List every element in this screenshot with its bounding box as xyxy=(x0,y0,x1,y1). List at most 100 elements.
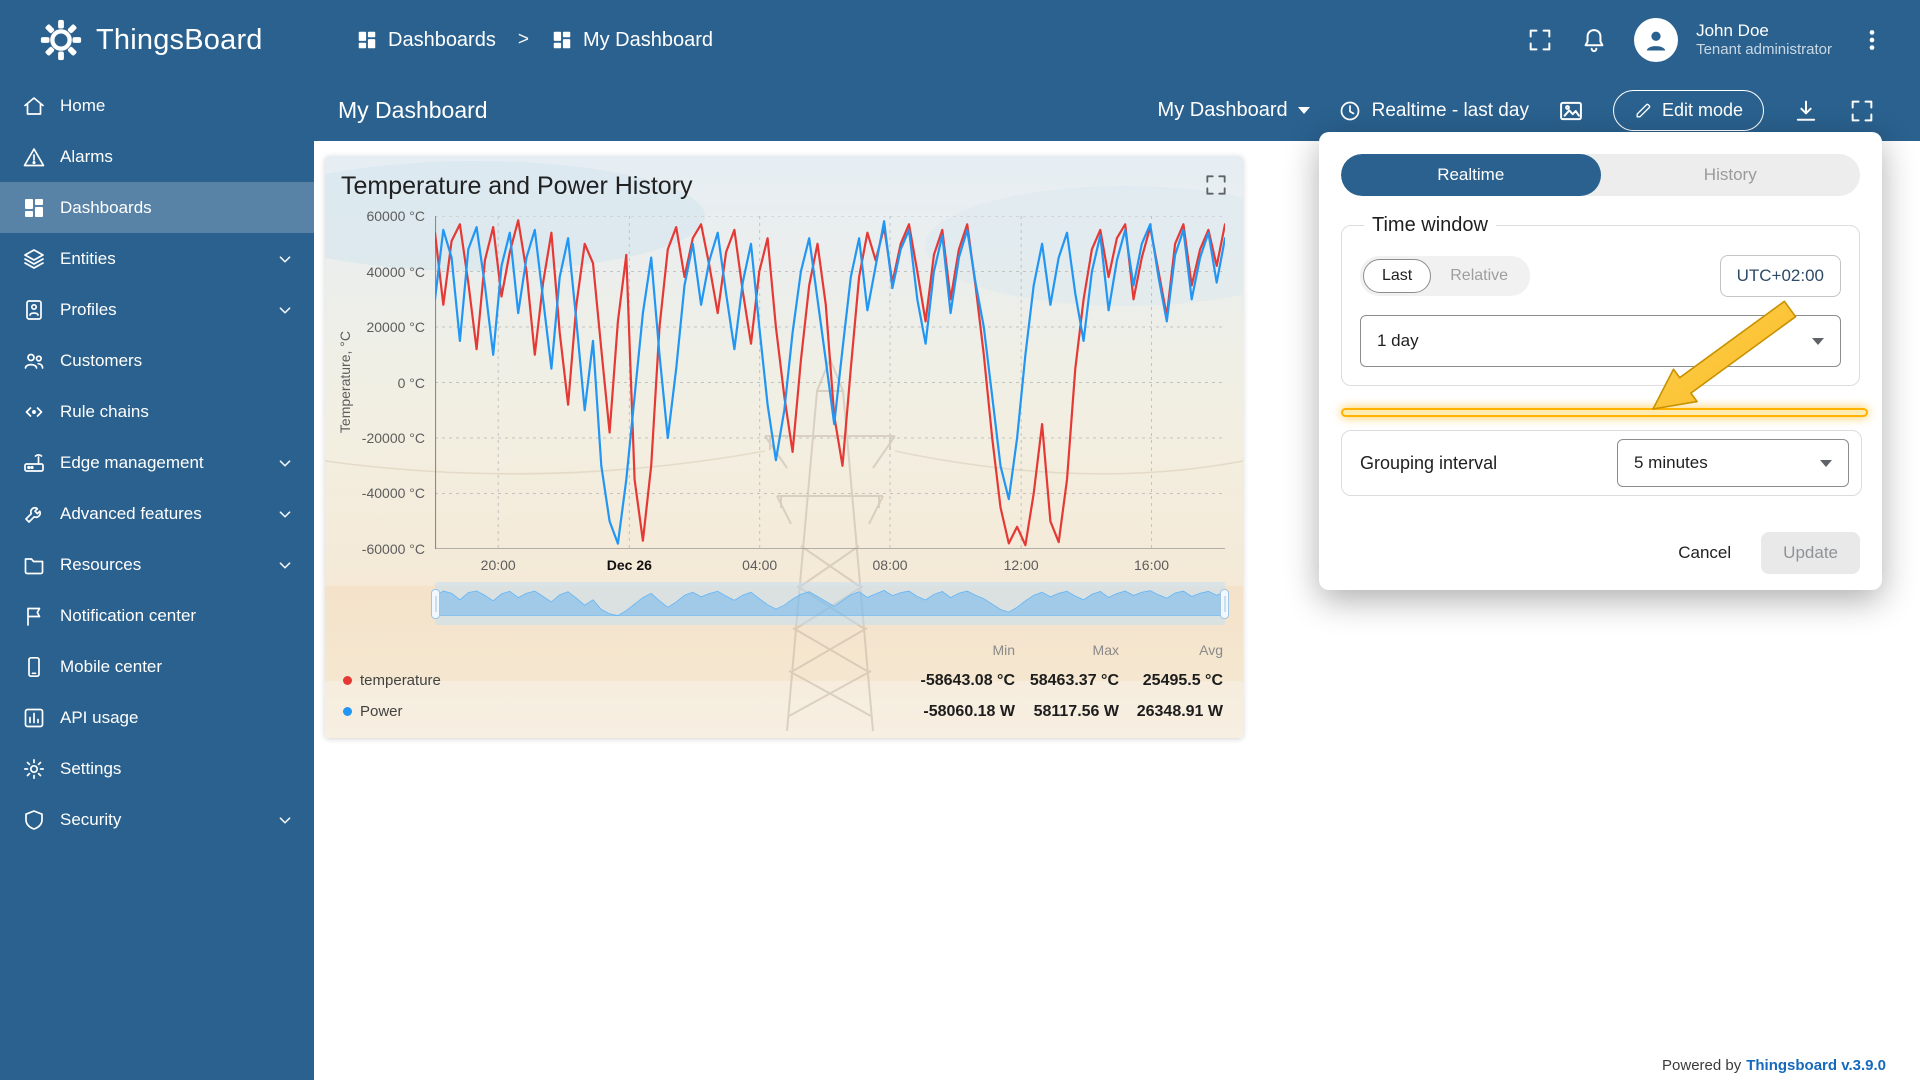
smartphone-icon xyxy=(28,656,40,677)
fullscreen-button[interactable] xyxy=(1526,26,1554,54)
dashboard-state-label: My Dashboard xyxy=(1157,99,1288,121)
dashboard-icon xyxy=(553,31,571,49)
top-header: ThingsBoard Dashboards > My Dashboard Jo… xyxy=(0,0,1920,80)
sidebar-item-resources[interactable]: Resources xyxy=(0,539,314,590)
sidebar-item-security[interactable]: Security xyxy=(0,794,314,845)
sidebar-item-api-usage[interactable]: API usage xyxy=(0,692,314,743)
sidebar-item-notification-center[interactable]: Notification center xyxy=(0,590,314,641)
sidebar-item-alarms[interactable]: Alarms xyxy=(0,131,314,182)
time-window-title: Time window xyxy=(1372,214,1488,236)
sidebar-item-entities[interactable]: Entities xyxy=(0,233,314,284)
breadcrumb-current-label: My Dashboard xyxy=(582,28,714,51)
cancel-button[interactable]: Cancel xyxy=(1678,543,1731,563)
legend-row-power: Power -58060.18 W 58117.56 W 26348.91 W xyxy=(343,696,1223,727)
legend-header-min: Min xyxy=(992,641,1015,658)
dashboard-image-button[interactable] xyxy=(1557,97,1585,125)
user-icon xyxy=(1646,31,1666,51)
sidebar-item-profiles[interactable]: Profiles xyxy=(0,284,314,335)
chevron-down-icon xyxy=(279,459,291,467)
sidebar-item-customers[interactable]: Customers xyxy=(0,335,314,386)
home-icon xyxy=(24,96,44,115)
temperature-min-value: -58643.08 °C xyxy=(920,671,1015,689)
relative-toggle[interactable]: Relative xyxy=(1431,259,1527,293)
tab-realtime[interactable]: Realtime xyxy=(1341,154,1601,196)
fullscreen-icon xyxy=(1529,29,1551,51)
user-info: John Doe Tenant administrator xyxy=(1696,20,1832,60)
legend-row-temperature: temperature -58643.08 °C 58463.37 °C 254… xyxy=(343,665,1223,696)
chevron-down-icon xyxy=(279,510,291,518)
breadcrumb-root-label: Dashboards xyxy=(388,28,496,51)
legend-header-max: Max xyxy=(1092,641,1119,658)
app-logo[interactable]: ThingsBoard xyxy=(0,17,314,63)
legend-header-row: Min Max Avg xyxy=(343,634,1223,665)
shield-icon xyxy=(25,809,43,830)
legend-toggle-power[interactable]: Power xyxy=(343,703,911,720)
timeline-right-handle[interactable] xyxy=(1220,588,1229,619)
interval-value: 1 day xyxy=(1377,331,1419,350)
power-max-value: 58117.56 W xyxy=(1033,702,1119,720)
tab-history[interactable]: History xyxy=(1601,154,1861,196)
download-icon xyxy=(1796,100,1816,121)
more-menu-button[interactable] xyxy=(1858,26,1886,54)
grouping-interval-section: Grouping interval 5 minutes xyxy=(1341,430,1862,496)
powered-by-text: Powered by xyxy=(1662,1057,1742,1074)
temperature-max-value: 58463.37 °C xyxy=(1029,671,1119,689)
popup-actions: Cancel Update xyxy=(1341,532,1860,574)
breadcrumb-current-dashboard[interactable]: My Dashboard xyxy=(551,29,713,52)
flag-icon xyxy=(27,607,41,626)
badge-icon xyxy=(26,299,42,320)
edit-mode-button[interactable]: Edit mode xyxy=(1612,90,1764,131)
update-button[interactable]: Update xyxy=(1761,532,1860,574)
sidebar-item-settings[interactable]: Settings xyxy=(0,743,314,794)
sidebar-item-advanced-features[interactable]: Advanced features xyxy=(0,488,314,539)
widget-fullscreen-icon[interactable] xyxy=(1203,172,1229,198)
dashboard-state-selector[interactable]: My Dashboard xyxy=(1158,99,1310,122)
chevron-down-icon xyxy=(279,561,291,569)
time-window-section: Time window Last Relative UTC+02:00 1 da… xyxy=(1341,214,1860,386)
code-brackets-icon xyxy=(25,406,43,417)
layers-icon xyxy=(24,248,44,269)
timeline-scrubber[interactable] xyxy=(431,582,1229,625)
notifications-button[interactable] xyxy=(1580,26,1608,54)
grouping-interval-select[interactable]: 5 minutes xyxy=(1617,439,1849,487)
edit-mode-label: Edit mode xyxy=(1661,100,1743,120)
chevron-down-icon xyxy=(279,816,291,824)
timeline-left-handle[interactable] xyxy=(431,588,440,619)
legend-toggle-temperature[interactable]: temperature xyxy=(343,672,911,689)
caret-down-icon xyxy=(1820,459,1832,467)
last-toggle[interactable]: Last xyxy=(1363,259,1432,293)
timewindow-tabs: Realtime History xyxy=(1341,154,1860,196)
sidebar-item-edge-management[interactable]: Edge management xyxy=(0,437,314,488)
timewindow-interval-select[interactable]: 1 day xyxy=(1360,315,1841,367)
temperature-avg-value: 25495.5 °C xyxy=(1142,671,1223,689)
gear-icon xyxy=(23,758,45,779)
router-icon xyxy=(24,453,44,472)
caret-down-icon xyxy=(1297,107,1310,114)
timeseries-widget: Temperature and Power History Temperatur… xyxy=(325,156,1243,738)
breadcrumb-dashboards[interactable]: Dashboards xyxy=(356,29,496,52)
sidebar-item-dashboards[interactable]: Dashboards xyxy=(0,182,314,233)
chart-legend: Min Max Avg temperature -58643.08 °C 584… xyxy=(343,634,1223,727)
pencil-icon xyxy=(1636,103,1651,118)
widget-title: Temperature and Power History xyxy=(341,172,693,200)
sidebar-item-mobile-center[interactable]: Mobile center xyxy=(0,641,314,692)
highlighted-divider xyxy=(1341,408,1868,417)
mini-chart xyxy=(435,590,1225,616)
sidebar-item-rule-chains[interactable]: Rule chains xyxy=(0,386,314,437)
export-dashboard-button[interactable] xyxy=(1792,97,1820,125)
time-series-chart[interactable]: Temperature, °C 60000 °C 40000 °C 20000 °… xyxy=(337,208,1225,573)
clock-icon xyxy=(1340,101,1359,120)
power-min-value: -58060.18 W xyxy=(923,702,1015,720)
folder-icon xyxy=(24,557,44,574)
sidebar-item-home[interactable]: Home xyxy=(0,80,314,131)
dashboard-fullscreen-button[interactable] xyxy=(1848,97,1876,125)
avatar[interactable] xyxy=(1634,18,1679,62)
timewindow-button[interactable]: Realtime - last day xyxy=(1338,99,1529,123)
footer: Powered by Thingsboard v.3.9.0 xyxy=(1662,1057,1886,1074)
caret-down-icon xyxy=(1812,337,1824,345)
breadcrumb-separator: > xyxy=(517,29,529,50)
thingsboard-version-link[interactable]: Thingsboard v.3.9.0 xyxy=(1746,1057,1886,1074)
image-icon xyxy=(1560,101,1582,120)
kebab-menu-icon xyxy=(1869,30,1875,50)
timezone-button[interactable]: UTC+02:00 xyxy=(1719,255,1841,297)
